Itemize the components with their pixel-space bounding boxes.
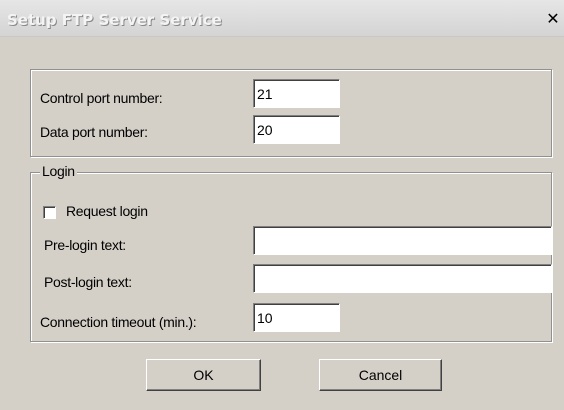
window-title: Setup FTP Server Service: [7, 11, 222, 29]
control-port-label: Control port number:: [40, 90, 163, 106]
connection-timeout-input[interactable]: [253, 303, 340, 332]
post-login-text-input[interactable]: [253, 264, 552, 293]
ok-button[interactable]: OK: [146, 359, 261, 391]
data-port-label: Data port number:: [40, 124, 148, 140]
control-port-input[interactable]: [253, 79, 340, 108]
close-icon[interactable]: ✕: [546, 11, 560, 27]
data-port-input[interactable]: [253, 115, 340, 144]
connection-timeout-label: Connection timeout (min.):: [40, 314, 197, 330]
pre-login-text-input[interactable]: [253, 226, 552, 255]
post-login-text-label: Post-login text:: [44, 274, 132, 290]
title-bar[interactable]: Setup FTP Server Service ✕: [0, 0, 564, 37]
cancel-button[interactable]: Cancel: [319, 359, 442, 391]
pre-login-text-label: Pre-login text:: [44, 237, 126, 253]
login-group-label: Login: [40, 163, 77, 179]
request-login-checkbox[interactable]: [43, 206, 56, 219]
request-login-label[interactable]: Request login: [66, 203, 148, 219]
